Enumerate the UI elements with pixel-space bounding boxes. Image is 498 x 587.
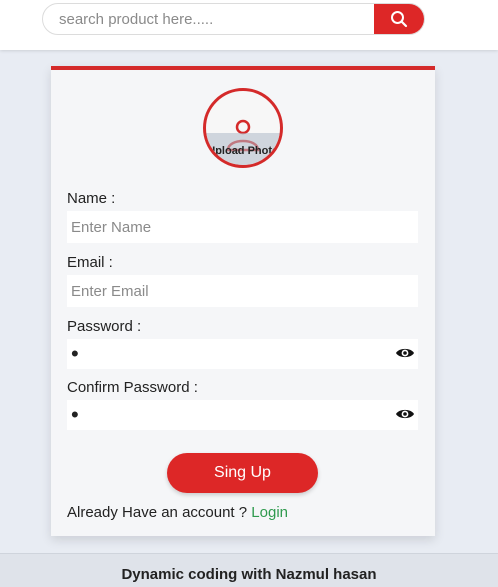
search-button[interactable] [374,4,424,34]
confirm-password-label: Confirm Password : [67,379,198,396]
footer-text: Dynamic coding with Nazmul hasan [121,566,377,583]
confirm-password-field[interactable] [67,400,418,430]
login-link[interactable]: Login [251,504,288,521]
search-icon [391,11,408,28]
upload-photo-label: Upload Photo [207,145,279,157]
top-header [0,0,498,50]
search-input[interactable] [43,4,375,34]
upload-photo-button[interactable]: Upload Photo [203,88,283,168]
name-label: Name : [67,190,116,207]
email-label: Email : [67,254,113,271]
name-field[interactable] [67,211,418,243]
login-prompt-text: Already Have an account ? [67,504,248,521]
password-field[interactable] [67,339,418,369]
footer: Dynamic coding with Nazmul hasan [0,553,498,587]
eye-icon[interactable] [395,406,415,422]
signup-card: Upload Photo Name : Email : Password : C… [51,66,435,536]
eye-icon[interactable] [395,345,415,361]
login-prompt-line: Already Have an account ? Login [67,504,288,521]
email-field[interactable] [67,275,418,307]
signup-button[interactable]: Sing Up [167,453,318,493]
search-bar [42,3,425,35]
password-label: Password : [67,318,142,335]
